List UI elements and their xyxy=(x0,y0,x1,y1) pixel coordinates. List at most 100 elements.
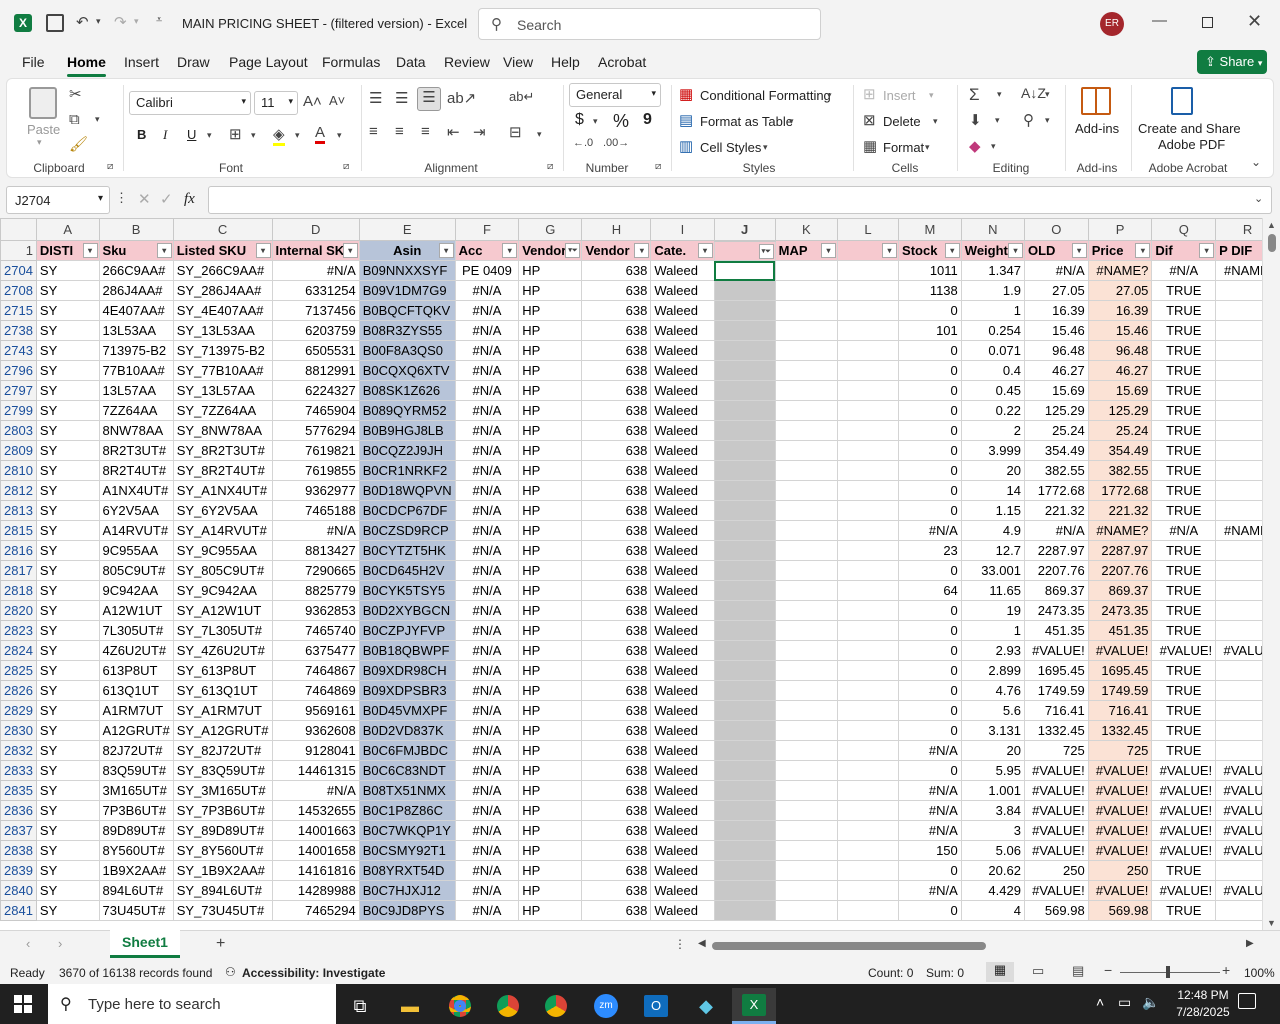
column-header-e[interactable]: E xyxy=(358,218,456,241)
cell-o[interactable]: 2287.97 xyxy=(1023,540,1089,561)
conditional-formatting-button[interactable]: Conditional Formatting xyxy=(700,88,831,103)
cell-m[interactable]: 0 xyxy=(898,640,962,661)
cell-f[interactable]: #N/A xyxy=(454,460,520,481)
row-header[interactable]: 2839 xyxy=(0,860,37,881)
cell-f[interactable]: #N/A xyxy=(454,560,520,581)
cell-k[interactable] xyxy=(774,680,838,701)
cell-h[interactable]: 638 xyxy=(581,460,652,481)
cell-c[interactable]: SY_8R2T4UT# xyxy=(172,460,273,481)
cell-d[interactable]: 7137456 xyxy=(271,300,360,321)
format-as-table-dropdown-icon[interactable]: ▾ xyxy=(789,116,794,127)
cut-icon[interactable]: ✂ xyxy=(69,85,82,103)
font-name-box[interactable]: Calibri ▾ xyxy=(129,91,251,115)
cell-g[interactable]: HP xyxy=(518,800,583,821)
row-header[interactable]: 2817 xyxy=(0,560,37,581)
tab-data[interactable]: Data xyxy=(396,54,426,70)
cell-a[interactable]: SY xyxy=(35,340,100,361)
cell-g[interactable]: HP xyxy=(518,400,583,421)
filter-dropdown-icon[interactable]: ▾ xyxy=(502,243,518,258)
restore-icon[interactable] xyxy=(1202,17,1213,28)
cell-n[interactable]: 0.45 xyxy=(960,380,1025,401)
cell-i[interactable]: Waleed xyxy=(650,460,715,481)
cell-i[interactable]: Waleed xyxy=(650,700,715,721)
cell-e[interactable]: B0D18WQPVN xyxy=(358,480,456,501)
cell-i[interactable]: Waleed xyxy=(650,900,715,921)
cell-i[interactable]: Waleed xyxy=(650,820,715,841)
filter-dropdown-icon[interactable]: ▾ xyxy=(697,243,713,258)
cell-b[interactable]: 7P3B6UT# xyxy=(98,800,174,821)
cell-e[interactable]: B0C1P8Z86C xyxy=(358,800,456,821)
filter-dropdown-icon[interactable]: ▾ xyxy=(1007,243,1023,258)
app-icon[interactable]: ◆ xyxy=(684,988,728,1024)
row-header[interactable]: 2826 xyxy=(0,680,37,701)
cell-j[interactable] xyxy=(713,260,776,281)
cell-m[interactable]: 0 xyxy=(898,460,962,481)
cell-o[interactable]: 2473.35 xyxy=(1023,600,1089,621)
cancel-entry-icon[interactable]: ✕ xyxy=(138,190,151,208)
cell-o[interactable]: 451.35 xyxy=(1023,620,1089,641)
cell-q[interactable]: TRUE xyxy=(1151,720,1217,741)
cell-g[interactable]: HP xyxy=(518,880,583,901)
cell-n[interactable]: 12.7 xyxy=(960,540,1025,561)
cell-m[interactable]: 0 xyxy=(898,380,962,401)
cell-h[interactable]: 638 xyxy=(581,700,652,721)
cell-b[interactable]: 613P8UT xyxy=(98,660,174,681)
cell-d[interactable]: 6224327 xyxy=(271,380,360,401)
cell-b[interactable]: 73U45UT# xyxy=(98,900,174,921)
filter-active-icon[interactable]: ▾⏷ xyxy=(758,243,774,259)
cell-e[interactable]: B0CQZ2J9JH xyxy=(358,440,456,461)
cell-i[interactable]: Waleed xyxy=(650,560,715,581)
cell-l[interactable] xyxy=(836,320,900,341)
cell-h[interactable]: 638 xyxy=(581,560,652,581)
excel-taskbar-icon[interactable]: X xyxy=(732,988,776,1024)
cell-l[interactable] xyxy=(836,880,900,901)
cell-a[interactable]: SY xyxy=(35,780,100,801)
tab-help[interactable]: Help xyxy=(551,54,580,70)
column-header-i[interactable]: I xyxy=(650,218,715,241)
fill-color-icon[interactable]: ◈ xyxy=(273,125,285,146)
tab-acrobat[interactable]: Acrobat xyxy=(598,54,646,70)
cell-l[interactable] xyxy=(836,540,900,561)
cell-i[interactable]: Waleed xyxy=(650,480,715,501)
font-size-box[interactable]: 11 ▾ xyxy=(254,91,298,115)
column-header-q[interactable]: Q xyxy=(1151,218,1217,241)
scroll-down-icon[interactable]: ▼ xyxy=(1267,918,1276,928)
save-icon[interactable] xyxy=(46,14,64,32)
cell-d[interactable]: 8812991 xyxy=(271,360,360,381)
cell-o[interactable]: 716.41 xyxy=(1023,700,1089,721)
cell-e[interactable]: B0CZPJYFVP xyxy=(358,620,456,641)
cell-o[interactable]: 46.27 xyxy=(1023,360,1089,381)
cell-d[interactable]: 7465294 xyxy=(271,900,360,921)
cell-f[interactable]: #N/A xyxy=(454,680,520,701)
row-header[interactable]: 2838 xyxy=(0,840,37,861)
paste-dropdown-icon[interactable]: ▾ xyxy=(37,137,42,148)
italic-button[interactable]: I xyxy=(163,127,167,143)
outlook-icon[interactable]: O xyxy=(634,988,678,1024)
worksheet-grid[interactable]: A B C D E F G H I J K L M N O P Q R 1 DISTI ▾ Sku ▾ Listed SKU ▾… xyxy=(0,218,1280,930)
cell-h[interactable]: 638 xyxy=(581,420,652,441)
cell-c[interactable]: SY_8R2T3UT# xyxy=(172,440,273,461)
cell-g[interactable]: HP xyxy=(518,540,583,561)
zoom-out-icon[interactable]: − xyxy=(1104,962,1112,978)
cell-a[interactable]: SY xyxy=(35,720,100,741)
cell-m[interactable]: 0 xyxy=(898,900,962,921)
cell-d[interactable]: 8813427 xyxy=(271,540,360,561)
cell-h[interactable]: 638 xyxy=(581,340,652,361)
cell-d[interactable]: 7465188 xyxy=(271,500,360,521)
column-header-c[interactable]: C xyxy=(172,218,273,241)
cell-b[interactable]: 894L6UT# xyxy=(98,880,174,901)
cell-p[interactable]: 725 xyxy=(1087,740,1153,761)
cell-g[interactable]: HP xyxy=(518,300,583,321)
cell-q[interactable]: #VALUE! xyxy=(1151,840,1217,861)
cell-n[interactable]: 2.93 xyxy=(960,640,1025,661)
formula-input[interactable] xyxy=(208,186,1272,214)
worksheet-table[interactable]: A B C D E F G H I J K L M N O P Q R 1 DISTI ▾ Sku ▾ Listed SKU ▾… xyxy=(0,218,1280,921)
cell-b[interactable]: 9C955AA xyxy=(98,540,174,561)
filter-dropdown-icon[interactable]: ▾ xyxy=(634,243,650,258)
cell-n[interactable]: 14 xyxy=(960,480,1025,501)
cell-p[interactable]: 15.46 xyxy=(1087,320,1153,341)
cell-h[interactable]: 638 xyxy=(581,400,652,421)
cell-k[interactable] xyxy=(774,780,838,801)
cell-i[interactable]: Waleed xyxy=(650,760,715,781)
user-avatar[interactable]: ER xyxy=(1100,12,1124,36)
